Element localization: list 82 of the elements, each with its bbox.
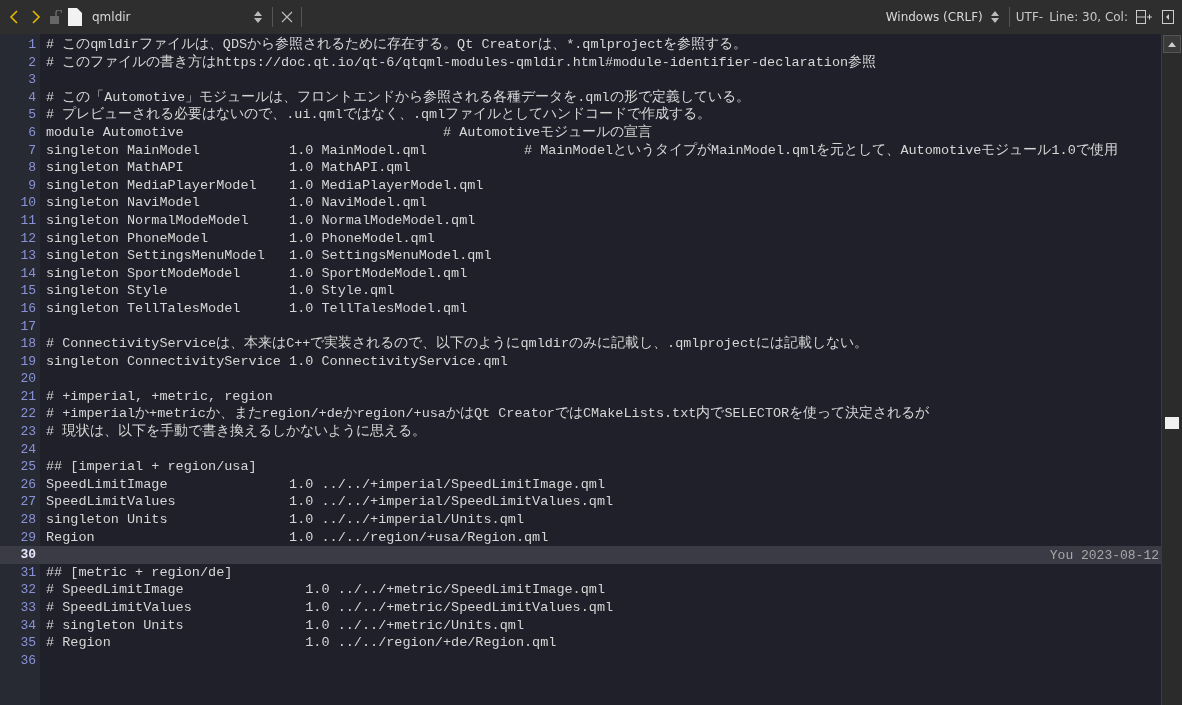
- code-line: # このqmldirファイルは、QDSから参照されるために存在する。Qt Creatorは、*.qmlprojectを参照する。: [46, 36, 748, 54]
- line-number: 5: [27, 106, 37, 124]
- line-number: 21: [19, 387, 37, 406]
- code-line: singleton MediaPlayerModel 1.0 MediaPlayerModel.qml: [46, 176, 484, 195]
- line-number: 10: [19, 194, 37, 212]
- code-line: # この「Automotive」モジュールは、フロントエンドから参照される各種データを.qmlの形で定義している。: [46, 88, 750, 106]
- sidebar-toggle-button[interactable]: [1160, 8, 1176, 26]
- caret-up-icon: [1168, 41, 1176, 47]
- line-number: 7: [27, 141, 37, 160]
- file-selector[interactable]: qmldir: [88, 8, 266, 26]
- code-line: singleton TellTalesModel 1.0 TellTalesModel.qml: [46, 299, 468, 318]
- code-line: singleton MathAPI 1.0 MathAPI.qml: [46, 159, 411, 177]
- line-number: 8: [27, 159, 37, 177]
- line-number: 24: [19, 440, 37, 459]
- code-line: # 現状は、以下を手動で書き換えるしかないように思える。: [46, 423, 427, 441]
- code-line: # Region 1.0 ../../region/+de/Region.qml: [46, 634, 557, 652]
- code-line: # SpeedLimitImage 1.0 ../../+metric/SpeedLimitImage.qml: [46, 581, 605, 599]
- code-line: module Automotive # Automotiveモジュールの宣言: [46, 123, 653, 142]
- code-line: singleton PhoneModel 1.0 PhoneModel.qml: [46, 229, 435, 248]
- line-number: 14: [19, 264, 37, 283]
- encoding-label[interactable]: UTF-: [1015, 10, 1044, 24]
- code-line: # ConnectivityServiceは、本来はC++で実装されるので、以下のようにqmldirのみに記載し、.qmlprojectには記載しない。: [46, 335, 869, 353]
- line-number: 13: [19, 247, 37, 265]
- line-number: 33: [19, 599, 37, 617]
- file-icon: [68, 8, 82, 26]
- line-number: 35: [19, 634, 37, 652]
- code-line: ## [metric + region/de]: [46, 563, 233, 582]
- code-line: singleton Units 1.0 ../../+imperial/Units.qml: [46, 511, 524, 529]
- code-line: ## [imperial + region/usa]: [46, 458, 257, 476]
- line-number: 28: [19, 511, 37, 529]
- line-number: 36: [19, 651, 37, 670]
- close-button[interactable]: [279, 9, 295, 25]
- scroll-marker: [1165, 417, 1179, 429]
- updown-arrows-icon: [990, 11, 999, 23]
- lock-icon: [50, 10, 62, 24]
- blame-annotation: You 2023-08-12: [1049, 547, 1160, 563]
- code-line: singleton NormalModeModel 1.0 NormalModeModel.qml: [46, 211, 476, 230]
- cursor-position-label[interactable]: Line: 30, Col:: [1049, 10, 1128, 24]
- line-number: 23: [19, 423, 37, 441]
- line-number: 30: [0, 546, 40, 564]
- line-number: 22: [19, 405, 37, 424]
- updown-arrows-icon: [254, 11, 262, 23]
- code-line: # +imperial, +metric, region: [46, 387, 273, 406]
- line-number: 20: [19, 370, 37, 388]
- line-number: 4: [27, 88, 37, 107]
- line-number: 19: [19, 352, 37, 371]
- line-number: 11: [19, 211, 37, 230]
- code-line: # +imperialか+metricか、またregion/+deかregion/+usaかはQt CreatorではCMakeLists.txt内でSELECTORを使って決定されるが: [46, 405, 930, 423]
- split-button[interactable]: [1134, 8, 1154, 26]
- code-line: # singleton Units 1.0 ../../+metric/Units.qml: [46, 616, 524, 635]
- code-line: # このファイルの書き方はhttps://doc.qt.io/qt-6/qtqml-modules-qmldir.html#module-identifier-declaration参照: [46, 53, 877, 72]
- line-number: 26: [19, 475, 37, 494]
- code-line: SpeedLimitImage 1.0 ../../+imperial/SpeedLimitImage.qml: [46, 475, 605, 494]
- code-line: singleton SettingsMenuModel 1.0 SettingsMenuModel.qml: [46, 247, 492, 265]
- code-line: Region 1.0 ../../region/+usa/Region.qml: [46, 528, 549, 547]
- code-line: singleton SportModeModel 1.0 SportModeModel.qml: [46, 264, 468, 283]
- line-number: 29: [19, 528, 37, 547]
- code-line: # SpeedLimitValues 1.0 ../../+metric/SpeedLimitValues.qml: [46, 599, 614, 617]
- code-line: singleton Style 1.0 Style.qml: [46, 282, 395, 300]
- line-number: 6: [27, 123, 37, 142]
- line-number: 16: [19, 299, 37, 318]
- line-number: 31: [19, 563, 37, 582]
- vertical-scrollbar[interactable]: [1161, 34, 1182, 705]
- line-ending-selector[interactable]: Windows (CRLF): [881, 8, 1003, 26]
- line-number: 2: [27, 53, 37, 72]
- scroll-up-button[interactable]: [1163, 35, 1181, 53]
- code-line: # プレビューされる必要はないので、.ui.qmlではなく、.qmlファイルとしてハンドコードで作成する。: [46, 106, 712, 124]
- code-line: SpeedLimitValues 1.0 ../../+imperial/SpeedLimitValues.qml: [46, 493, 614, 512]
- code-line: singleton MainModel 1.0 MainModel.qml # MainModelというタイプがMainModel.qmlを元として、Automotiveモジュール1.0で使用: [46, 141, 1118, 160]
- line-number: 1: [27, 36, 37, 54]
- code-line: singleton NaviModel 1.0 NaviModel.qml: [46, 194, 427, 212]
- line-number: 3: [27, 71, 37, 89]
- line-number: 15: [19, 282, 37, 300]
- line-number: 32: [19, 581, 37, 599]
- line-number: 25: [19, 458, 37, 476]
- line-number: 12: [19, 229, 37, 248]
- line-number: 17: [19, 317, 37, 336]
- line-number: 27: [19, 493, 37, 512]
- code-line: singleton ConnectivityService 1.0 ConnectivityService.qml: [46, 352, 508, 371]
- line-number: 34: [19, 616, 37, 635]
- line-number: 9: [27, 176, 37, 195]
- line-number: 18: [19, 335, 37, 353]
